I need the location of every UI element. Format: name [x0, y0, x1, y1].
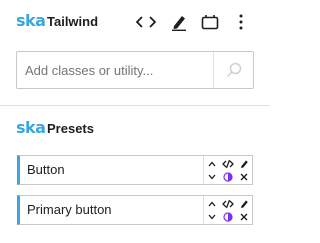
- panel-header: ska Tailwind: [0, 0, 270, 44]
- tailwind-panel: ska Tailwind Add classes or utility... s…: [0, 0, 270, 243]
- chevron-down-icon[interactable]: [205, 170, 219, 183]
- chevron-up-icon[interactable]: [205, 197, 219, 210]
- panel-title: Tailwind: [47, 14, 99, 29]
- presets-logo: ska: [16, 118, 46, 137]
- pencil-icon[interactable]: [237, 197, 251, 210]
- class-search: [16, 51, 254, 89]
- close-icon[interactable]: [237, 170, 251, 183]
- presets-title: Presets: [47, 121, 94, 136]
- close-icon[interactable]: [237, 210, 251, 223]
- chevron-up-icon[interactable]: [205, 157, 219, 170]
- preset-name[interactable]: Primary button: [27, 196, 112, 224]
- pencil-icon[interactable]: [237, 157, 251, 170]
- preset-name[interactable]: Button: [27, 156, 65, 184]
- code-icon[interactable]: [134, 10, 158, 34]
- search-icon: [226, 62, 241, 78]
- contrast-icon[interactable]: [221, 170, 235, 183]
- preset-actions: [203, 156, 252, 184]
- section-divider: [0, 105, 270, 106]
- preset-actions: [203, 196, 252, 224]
- preset-item: Primary button: [17, 195, 253, 225]
- unlink-code-icon[interactable]: [221, 197, 235, 210]
- search-button[interactable]: [213, 52, 253, 88]
- ska-logo: ska: [16, 11, 46, 30]
- more-vertical-icon[interactable]: [229, 10, 253, 34]
- panel-icon[interactable]: [198, 10, 222, 34]
- preset-item: Button: [17, 155, 253, 185]
- pencil-icon[interactable]: [167, 10, 191, 34]
- contrast-icon[interactable]: [221, 210, 235, 223]
- unlink-code-icon[interactable]: [221, 157, 235, 170]
- chevron-down-icon[interactable]: [205, 210, 219, 223]
- search-input[interactable]: [17, 52, 214, 88]
